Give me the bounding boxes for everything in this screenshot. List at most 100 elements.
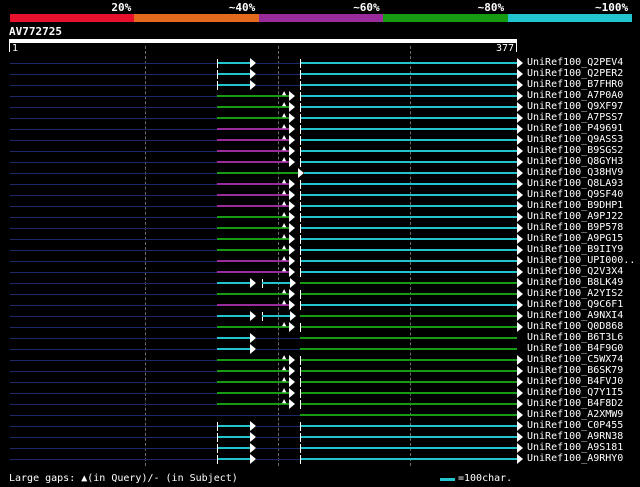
unaligned-line — [10, 316, 217, 317]
subject-gap-marker — [300, 180, 301, 189]
hsp-segment — [300, 271, 517, 273]
unaligned-line — [256, 437, 300, 438]
hsp-segment — [300, 73, 517, 75]
hit-name[interactable]: UniRef100_Q2PER2 — [527, 69, 623, 79]
query-gap-marker: ▲ — [282, 287, 287, 295]
hit-name[interactable]: UniRef100_B9P578 — [527, 223, 623, 233]
hsp-segment — [300, 205, 517, 207]
unaligned-line — [10, 162, 217, 163]
unaligned-line — [10, 393, 217, 394]
hit-name[interactable]: UniRef100_B9DHP1 — [527, 201, 623, 211]
subject-gap-marker — [300, 367, 301, 376]
subject-gap-marker — [300, 147, 301, 156]
hsp-segment — [217, 381, 289, 383]
hsp-segment — [300, 447, 517, 449]
hit-name[interactable]: UniRef100_A7PSS7 — [527, 113, 623, 123]
hit-name[interactable]: UniRef100_Q7Y1I5 — [527, 388, 623, 398]
hit-name[interactable]: UniRef100_B9SGS2 — [527, 146, 623, 156]
hit-name[interactable]: UniRef100_UPI000.. — [527, 256, 635, 266]
hit-name[interactable]: UniRef100_C5WX74 — [527, 355, 623, 365]
unaligned-line — [10, 294, 217, 295]
query-gap-marker: ▲ — [282, 100, 287, 108]
query-gap-marker: ▲ — [282, 375, 287, 383]
hsp-segment — [300, 150, 517, 152]
query-gap-marker: ▲ — [282, 386, 287, 394]
hit-name[interactable]: UniRef100_C0P455 — [527, 421, 623, 431]
hit-name[interactable]: UniRef100_A9S181 — [527, 443, 623, 453]
hit-name[interactable]: UniRef100_A9RN38 — [527, 432, 623, 442]
hsp-arrow-head — [289, 113, 295, 123]
hit-name[interactable]: UniRef100_Q2PEV4 — [527, 58, 623, 68]
hit-name[interactable]: UniRef100_Q9SF40 — [527, 190, 623, 200]
hsp-arrow-head — [517, 91, 523, 101]
scale-bar — [440, 478, 455, 481]
subject-gap-marker — [300, 290, 301, 299]
hsp-segment — [300, 436, 517, 438]
hsp-segment — [217, 106, 289, 108]
hit-name[interactable]: UniRef100_B8LK49 — [527, 278, 623, 288]
hit-name[interactable]: UniRef100_B6SK79 — [527, 366, 623, 376]
hit-name[interactable]: UniRef100_A9NXI4 — [527, 311, 623, 321]
hsp-segment — [217, 282, 250, 284]
hit-name[interactable]: UniRef100_Q8LA93 — [527, 179, 623, 189]
unaligned-line — [10, 360, 217, 361]
hit-name[interactable]: UniRef100_Q9ASS3 — [527, 135, 623, 145]
hsp-segment — [217, 227, 289, 229]
subject-gap-marker — [300, 246, 301, 255]
hit-name[interactable]: UniRef100_P49691 — [527, 124, 623, 134]
hsp-arrow-head — [517, 300, 523, 310]
hit-name[interactable]: UniRef100_A9PJ22 — [527, 212, 623, 222]
hsp-arrow-head — [289, 102, 295, 112]
hsp-arrow-head — [289, 190, 295, 200]
hit-name[interactable]: UniRef100_B6T3L6 — [527, 333, 623, 343]
hsp-segment — [300, 370, 517, 372]
subject-gap-marker — [300, 455, 301, 464]
hit-name[interactable]: UniRef100_B7FHR0 — [527, 80, 623, 90]
unaligned-line — [256, 448, 300, 449]
hsp-arrow-head — [517, 366, 523, 376]
hsp-arrow-head — [289, 377, 295, 387]
hit-name[interactable]: UniRef100_Q0D868 — [527, 322, 623, 332]
hsp-arrow-head — [517, 201, 523, 211]
unaligned-line — [256, 349, 300, 350]
subject-gap-marker — [300, 202, 301, 211]
unaligned-line — [10, 239, 217, 240]
hit-name[interactable]: UniRef100_Q9XF97 — [527, 102, 623, 112]
hit-name[interactable]: UniRef100_A9RHY0 — [527, 454, 623, 464]
unaligned-line — [10, 382, 217, 383]
hit-name[interactable]: UniRef100_A2YIS2 — [527, 289, 623, 299]
hit-name[interactable]: UniRef100_A7P0A0 — [527, 91, 623, 101]
hsp-arrow-head — [517, 267, 523, 277]
hsp-arrow-head — [250, 311, 256, 321]
hsp-arrow-head — [289, 146, 295, 156]
query-gap-marker: ▲ — [282, 232, 287, 240]
unaligned-line — [256, 426, 300, 427]
hit-name[interactable]: UniRef100_Q2V3X4 — [527, 267, 623, 277]
hsp-arrow-head — [517, 355, 523, 365]
hit-name[interactable]: UniRef100_B4FVJ0 — [527, 377, 623, 387]
hsp-arrow-head — [517, 146, 523, 156]
query-gap-marker: ▲ — [282, 254, 287, 262]
hsp-segment — [300, 282, 517, 284]
hsp-segment — [217, 73, 250, 75]
query-gap-marker: ▲ — [282, 188, 287, 196]
hit-name[interactable]: UniRef100_Q38HV9 — [527, 168, 623, 178]
hit-name[interactable]: UniRef100_A2XMW9 — [527, 410, 623, 420]
hsp-arrow-head — [517, 135, 523, 145]
query-gap-marker: ▲ — [282, 133, 287, 141]
hsp-segment — [300, 414, 517, 416]
hit-name[interactable]: UniRef100_B9IIY9 — [527, 245, 623, 255]
hit-name[interactable]: UniRef100_B4F9G0 — [527, 344, 623, 354]
subject-gap-marker — [300, 422, 301, 431]
hsp-arrow-head — [517, 157, 523, 167]
unaligned-line — [10, 426, 217, 427]
hsp-segment — [304, 172, 517, 174]
hit-name[interactable]: UniRef100_A9PG15 — [527, 234, 623, 244]
hit-name[interactable]: UniRef100_Q9C6F1 — [527, 300, 623, 310]
hsp-arrow-head — [289, 234, 295, 244]
subject-gap-marker — [300, 224, 301, 233]
hit-name[interactable]: UniRef100_B4F8D2 — [527, 399, 623, 409]
hsp-arrow-head — [289, 388, 295, 398]
hit-name[interactable]: UniRef100_Q8GYH3 — [527, 157, 623, 167]
hsp-segment — [300, 238, 517, 240]
